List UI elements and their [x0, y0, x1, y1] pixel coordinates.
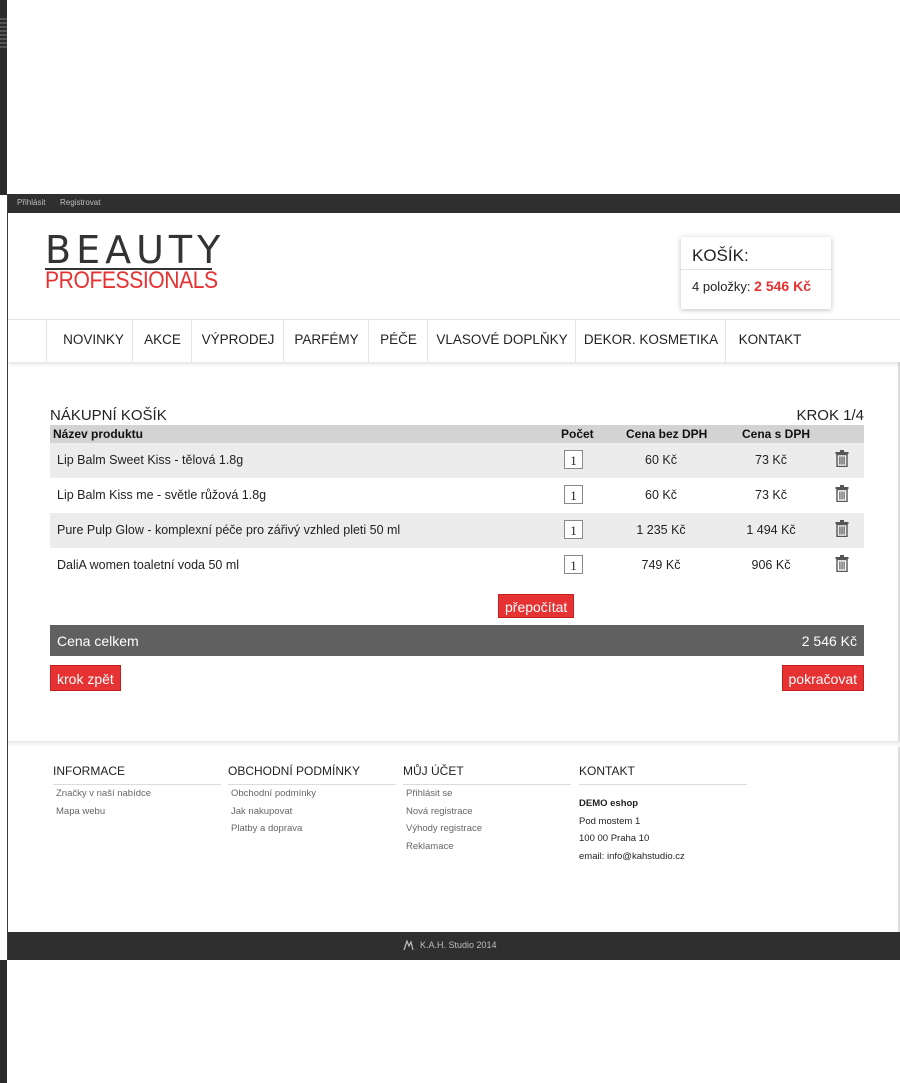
- step-indicator: KROK 1/4: [796, 407, 864, 424]
- table-row: DaliA women toaletní voda 50 ml 1 749 Kč…: [50, 548, 864, 583]
- table-row: Pure Pulp Glow - komplexní péče pro záři…: [50, 513, 864, 548]
- footer-col-contact: KONTAKT DEMO eshop Pod mostem 1 100 00 P…: [579, 764, 749, 865]
- footer-link[interactable]: Značky v naší nabídce: [56, 785, 223, 803]
- footer-col-info: INFORMACE Značky v naší nabídce Mapa web…: [53, 764, 223, 820]
- price-net: 749 Kč: [641, 558, 681, 572]
- contact-street: Pod mostem 1: [579, 815, 641, 827]
- product-name[interactable]: Lip Balm Sweet Kiss - tělová 1.8g: [57, 453, 243, 467]
- price-gross: 1 494 Kč: [746, 523, 796, 537]
- contact-city: 100 00 Praha 10: [579, 833, 650, 844]
- col-name-header: Název produktu: [53, 427, 144, 441]
- register-link[interactable]: Registrovat: [60, 198, 100, 207]
- cart-sum: 2 546 Kč: [754, 278, 811, 294]
- table-row: Lip Balm Sweet Kiss - tělová 1.8g 1 60 K…: [50, 443, 864, 478]
- footer-divider: [8, 741, 900, 747]
- nav-item-kontakt[interactable]: KONTAKT: [725, 320, 814, 362]
- nav-item-vyprodej[interactable]: VÝPRODEJ: [191, 320, 284, 362]
- cart-widget[interactable]: KOŠÍK: 4 položky: 2 546 Kč: [681, 237, 831, 309]
- footer-link[interactable]: Reklamace: [406, 838, 573, 856]
- total-bar: Cena celkem 2 546 Kč: [50, 625, 864, 656]
- footer-link[interactable]: Obchodní podmínky: [231, 785, 398, 803]
- footer-link[interactable]: Platby a doprava: [231, 820, 398, 838]
- col-gross-header: Cena s DPH: [742, 427, 811, 441]
- price-net: 60 Kč: [645, 488, 677, 502]
- nav-item-dekor-kosmetika[interactable]: DEKOR. KOSMETIKA: [575, 320, 726, 362]
- footer-link[interactable]: Výhody registrace: [406, 820, 573, 838]
- footer-link[interactable]: Přihlásit se: [406, 785, 573, 803]
- product-name[interactable]: DaliA women toaletní voda 50 ml: [57, 558, 239, 572]
- price-gross: 73 Kč: [755, 488, 787, 502]
- nav-item-pece[interactable]: PÉČE: [368, 320, 428, 362]
- logo-line2: PROFESSIONALS: [45, 267, 218, 294]
- nav-item-vlasove-doplnky[interactable]: VLASOVÉ DOPLŇKY: [427, 320, 576, 362]
- price-gross: 906 Kč: [751, 558, 791, 572]
- recalculate-button[interactable]: přepočítat: [498, 594, 575, 618]
- header: BEAUTY PROFESSIONALS KOŠÍK: 4 položky: 2…: [8, 213, 900, 319]
- bottom-bar: K.A.H. Studio 2014: [8, 932, 900, 960]
- logo-line1: BEAUTY: [45, 228, 226, 272]
- trash-icon[interactable]: [835, 485, 849, 502]
- nav-item-akce[interactable]: AKCE: [132, 320, 192, 362]
- footer-link[interactable]: Nová registrace: [406, 803, 573, 821]
- product-name[interactable]: Lip Balm Kiss me - světle růžová 1.8g: [57, 488, 266, 502]
- footer-heading: INFORMACE: [53, 764, 221, 785]
- product-name[interactable]: Pure Pulp Glow - komplexní péče pro záři…: [57, 523, 400, 537]
- trash-icon[interactable]: [835, 450, 849, 467]
- continue-button[interactable]: pokračovat: [781, 665, 864, 691]
- back-button[interactable]: krok zpět: [50, 665, 121, 691]
- page-title: NÁKUPNÍ KOŠÍK: [50, 407, 167, 424]
- quantity-input[interactable]: 1: [564, 450, 583, 469]
- quantity-input[interactable]: 1: [564, 555, 583, 574]
- left-window-strip-bottom: [0, 960, 7, 1083]
- logo[interactable]: BEAUTY PROFESSIONALS: [45, 231, 220, 294]
- left-window-strip: [0, 0, 7, 195]
- trash-icon[interactable]: [835, 555, 849, 572]
- total-label: Cena celkem: [57, 633, 139, 649]
- col-net-header: Cena bez DPH: [626, 427, 708, 441]
- top-bar: Přihlásit Registrovat: [8, 194, 900, 213]
- divider: [681, 269, 831, 270]
- cart-widget-title: KOŠÍK:: [692, 246, 749, 265]
- trash-icon[interactable]: [835, 520, 849, 537]
- price-net: 60 Kč: [645, 453, 677, 467]
- browser-viewport: Přihlásit Registrovat BEAUTY PROFESSIONA…: [7, 194, 900, 960]
- footer-col-terms: OBCHODNÍ PODMÍNKY Obchodní podmínky Jak …: [228, 764, 398, 838]
- price-gross: 73 Kč: [755, 453, 787, 467]
- login-link[interactable]: Přihlásit: [17, 198, 45, 207]
- footer-heading: KONTAKT: [579, 764, 747, 785]
- nav-item-parfemy[interactable]: PARFÉMY: [283, 320, 369, 362]
- contact-email[interactable]: email: info@kahstudio.cz: [579, 848, 749, 866]
- contact-company: DEMO eshop: [579, 798, 639, 809]
- footer-link[interactable]: Jak nakupovat: [231, 803, 398, 821]
- nav-item-novinky[interactable]: NOVINKY: [46, 320, 140, 362]
- footer-heading: OBCHODNÍ PODMÍNKY: [228, 764, 396, 785]
- cart-widget-summary: 4 položky: 2 546 Kč: [692, 278, 811, 294]
- quantity-input[interactable]: 1: [564, 520, 583, 539]
- table-row: Lip Balm Kiss me - světle růžová 1.8g 1 …: [50, 478, 864, 513]
- studio-logo-icon: [403, 939, 414, 951]
- footer-link[interactable]: Mapa webu: [56, 803, 223, 821]
- footer-heading: MŮJ ÚČET: [403, 764, 571, 785]
- main-nav: NOVINKY AKCE VÝPRODEJ PARFÉMY PÉČE VLASO…: [8, 319, 900, 362]
- col-qty-header: Počet: [561, 427, 594, 441]
- total-value: 2 546 Kč: [801, 633, 857, 649]
- quantity-input[interactable]: 1: [564, 485, 583, 504]
- copyright: K.A.H. Studio 2014: [403, 939, 497, 951]
- strip-marks: [0, 18, 7, 48]
- price-net: 1 235 Kč: [636, 523, 686, 537]
- table-header: Název produktu Počet Cena bez DPH Cena s…: [50, 425, 864, 443]
- footer-col-account: MŮJ ÚČET Přihlásit se Nová registrace Vý…: [403, 764, 573, 855]
- cart-item-count: 4 položky:: [692, 279, 751, 294]
- copyright-text: K.A.H. Studio 2014: [420, 940, 497, 950]
